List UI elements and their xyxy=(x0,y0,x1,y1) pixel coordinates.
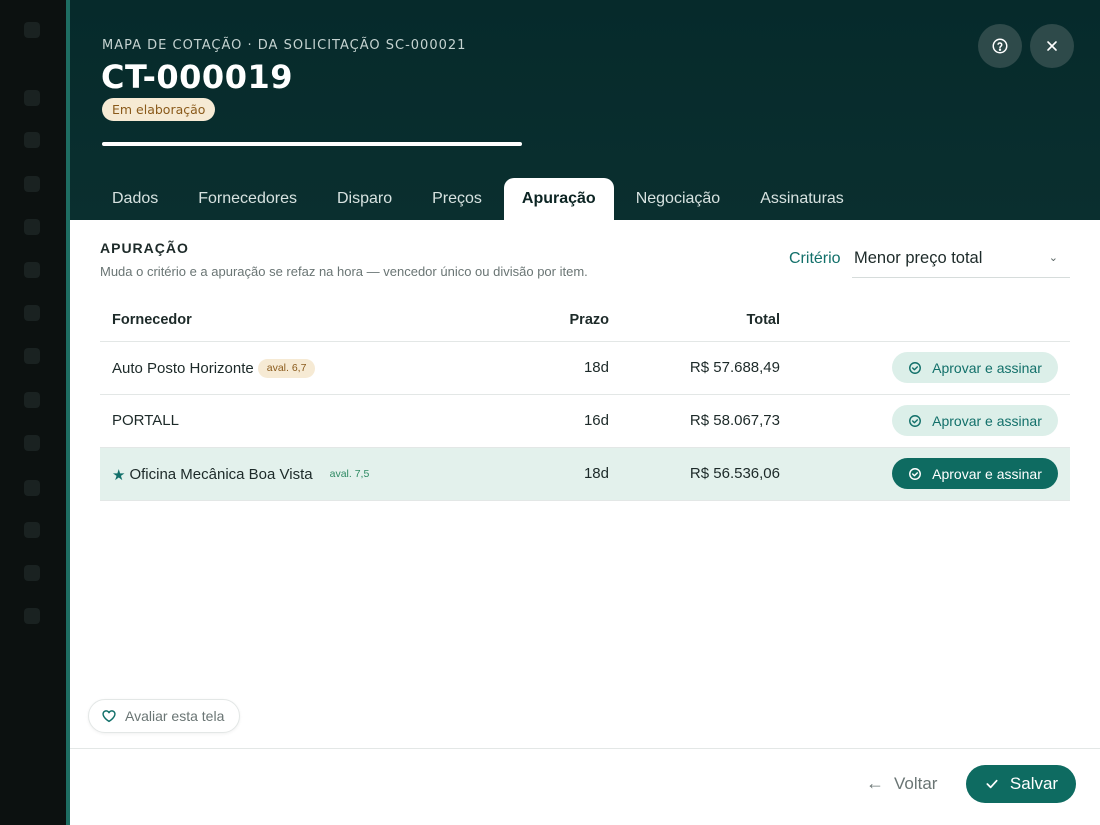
sidebar-icon[interactable] xyxy=(24,480,40,496)
table-header: Fornecedor Prazo Total xyxy=(100,300,1070,342)
section-subtitle: Muda o critério e a apuração se refaz na… xyxy=(100,264,588,279)
table-row-winner: ★ Oficina Mecânica Boa Vista aval. 7,5 1… xyxy=(100,448,1070,501)
total-cell: R$ 58.067,73 xyxy=(689,412,780,429)
tab-dados[interactable]: Dados xyxy=(94,178,176,220)
sidebar-icon[interactable] xyxy=(24,608,40,624)
page-title: CT-000019 xyxy=(101,58,293,96)
sidebar-icon[interactable] xyxy=(24,262,40,278)
help-button[interactable] xyxy=(978,24,1022,68)
help-circle-icon xyxy=(992,38,1008,54)
header-prazo: Prazo xyxy=(569,312,610,328)
eyebrow-text: MAPA DE COTAÇÃO · DA SOLICITAÇÃO SC-0000… xyxy=(102,38,467,53)
check-circle-icon xyxy=(909,361,922,374)
progress-bar xyxy=(102,142,522,146)
prazo-cell: 18d xyxy=(583,359,609,376)
header-total: Total xyxy=(746,312,780,328)
tab-fornecedores[interactable]: Fornecedores xyxy=(180,178,315,220)
close-button[interactable] xyxy=(1030,24,1074,68)
approve-sign-button[interactable]: Aprovar e assinar xyxy=(892,405,1058,436)
back-button[interactable]: ← Voltar xyxy=(866,773,937,794)
table-row: Auto Posto Horizonte aval. 6,7 18d R$ 57… xyxy=(100,342,1070,395)
apuracao-table: Fornecedor Prazo Total Auto Posto Horizo… xyxy=(100,300,1070,501)
prazo-cell: 16d xyxy=(583,412,609,429)
app-sidebar xyxy=(0,0,66,825)
table-row: PORTALL 16d R$ 58.067,73 Aprovar e assin… xyxy=(100,395,1070,448)
arrow-left-icon: ← xyxy=(866,773,884,793)
supplier-name: PORTALL xyxy=(112,412,179,429)
approve-label: Aprovar e assinar xyxy=(932,412,1042,429)
sidebar-icon[interactable] xyxy=(24,522,40,538)
save-button[interactable]: Salvar xyxy=(966,765,1076,803)
rate-screen-button[interactable]: Avaliar esta tela xyxy=(88,699,240,733)
supplier-name: Oficina Mecânica Boa Vista xyxy=(129,466,313,483)
rate-label: Avaliar esta tela xyxy=(125,708,225,724)
save-label: Salvar xyxy=(1009,774,1059,793)
sidebar-icon[interactable] xyxy=(24,565,40,581)
approve-label: Aprovar e assinar xyxy=(932,359,1042,376)
sidebar-icon[interactable] xyxy=(24,435,40,451)
tab-disparo[interactable]: Disparo xyxy=(319,178,410,220)
total-cell: R$ 56.536,06 xyxy=(689,465,780,482)
supplier-name-cell: Auto Posto Horizonte aval. 6,7 xyxy=(112,359,316,378)
approve-sign-button[interactable]: Aprovar e assinar xyxy=(892,352,1058,383)
rating-badge: aval. 7,5 xyxy=(320,465,379,484)
criterio-select[interactable]: Menor preço total ⌄ xyxy=(852,240,1070,278)
close-icon xyxy=(1047,41,1057,51)
chevron-down-icon: ⌄ xyxy=(1048,252,1058,264)
supplier-name: Auto Posto Horizonte xyxy=(112,360,254,377)
section-title: APURAÇÃO xyxy=(100,240,189,256)
tab-precos[interactable]: Preços xyxy=(414,178,500,220)
header-fornecedor: Fornecedor xyxy=(112,312,192,328)
criterio-value: Menor preço total xyxy=(854,249,983,267)
supplier-name-cell: ★ Oficina Mecânica Boa Vista aval. 7,5 xyxy=(112,465,379,484)
criterio-label: Critério xyxy=(789,250,841,267)
tab-apuracao[interactable]: Apuração xyxy=(503,178,614,220)
quotation-modal: MAPA DE COTAÇÃO · DA SOLICITAÇÃO SC-0000… xyxy=(70,0,1100,825)
sidebar-icon[interactable] xyxy=(24,176,40,192)
approve-label: Aprovar e assinar xyxy=(932,465,1042,482)
modal-header: MAPA DE COTAÇÃO · DA SOLICITAÇÃO SC-0000… xyxy=(70,0,1100,220)
tab-bar: Dados Fornecedores Disparo Preços Apuraç… xyxy=(94,178,866,220)
rating-badge: aval. 6,7 xyxy=(257,359,316,378)
status-badge: Em elaboração xyxy=(102,98,216,121)
sidebar-icon[interactable] xyxy=(24,90,40,106)
tab-negociacao[interactable]: Negociação xyxy=(618,178,739,220)
back-label: Voltar xyxy=(894,773,938,793)
sidebar-icon[interactable] xyxy=(24,305,40,321)
star-icon: ★ xyxy=(112,466,126,484)
modal-footer: ← Voltar Salvar xyxy=(70,748,1100,825)
sidebar-icon[interactable] xyxy=(24,392,40,408)
total-cell: R$ 57.688,49 xyxy=(689,359,780,376)
sidebar-icon[interactable] xyxy=(24,219,40,235)
tab-assinaturas[interactable]: Assinaturas xyxy=(742,178,862,220)
heart-icon xyxy=(102,710,116,723)
sidebar-icon[interactable] xyxy=(24,132,40,148)
check-icon xyxy=(986,779,998,789)
supplier-name-cell: PORTALL xyxy=(112,412,179,429)
check-circle-icon xyxy=(909,467,922,480)
sidebar-icon[interactable] xyxy=(24,348,40,364)
sidebar-icon[interactable] xyxy=(24,22,40,38)
check-circle-icon xyxy=(909,414,922,427)
approve-sign-button[interactable]: Aprovar e assinar xyxy=(892,458,1058,489)
prazo-cell: 18d xyxy=(583,465,609,482)
